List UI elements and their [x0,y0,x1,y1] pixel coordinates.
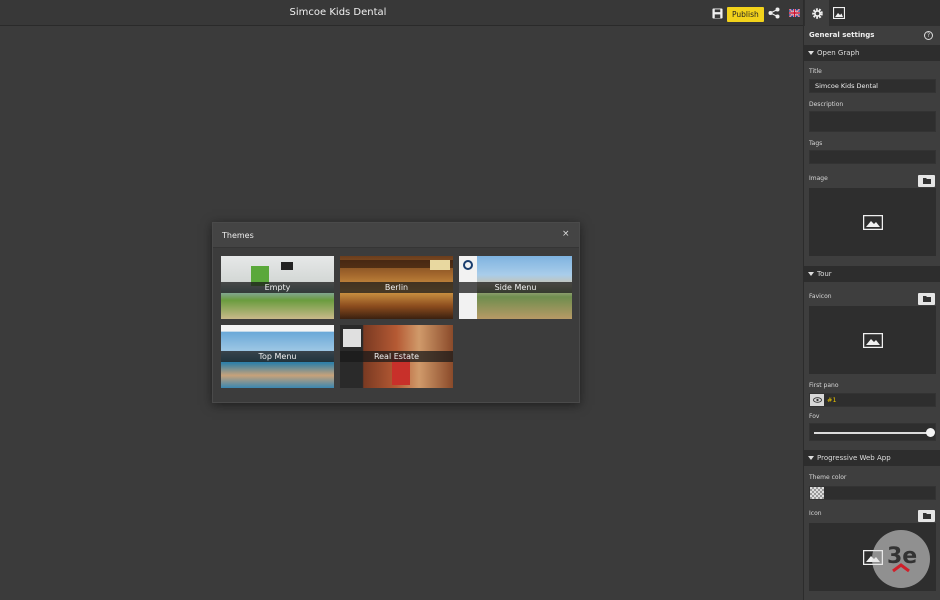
chevron-down-icon [808,272,814,276]
image-icon[interactable] [827,0,851,26]
image-placeholder-icon [862,332,883,348]
fov-slider-thumb[interactable] [926,428,935,437]
image-dropzone[interactable] [809,188,936,256]
section-label: Progressive Web App [817,454,891,462]
fov-slider-track[interactable] [814,432,932,434]
help-icon[interactable]: ? [924,31,933,40]
theme-card-berlin[interactable]: Berlin [340,256,453,319]
section-open-graph[interactable]: Open Graph [804,45,940,61]
color-swatch[interactable] [810,487,824,499]
folder-icon[interactable] [918,175,935,187]
save-icon[interactable] [709,5,725,21]
thumbnail-art [281,262,293,270]
uk-flag-icon[interactable] [786,5,802,21]
theme-color-label: Theme color [809,474,847,481]
image-label: Image [809,175,828,182]
theme-card-side-menu[interactable]: Side Menu [459,256,572,319]
title-field[interactable]: Simcoe Kids Dental [809,79,936,93]
description-label: Description [809,101,844,108]
gear-icon[interactable] [805,0,829,26]
theme-card-top-menu[interactable]: Top Menu [221,325,334,388]
thumbnail-art [463,260,473,270]
theme-card-empty[interactable]: Empty [221,256,334,319]
dialog-title: Themes [222,231,254,240]
icon-label: Icon [809,510,822,517]
folder-icon[interactable] [918,510,935,522]
first-pano-label: First pano [809,382,839,389]
folder-icon[interactable] [918,293,935,305]
chevron-down-icon [808,51,814,55]
themes-dialog: Themes × Empty Berlin Side Menu Top Menu [212,222,580,403]
section-label: Tour [817,270,832,278]
panel-heading: General settings [809,31,875,39]
share-icon[interactable] [766,5,782,21]
theme-name: Berlin [340,282,453,293]
title-label: Title [809,68,822,75]
close-icon[interactable]: × [562,229,570,239]
section-tour[interactable]: Tour [804,266,940,282]
theme-card-real-estate[interactable]: Real Estate [340,325,453,388]
image-placeholder-icon [862,214,883,230]
watermark-logo: 3e [872,530,930,588]
section-progressive-web-app[interactable]: Progressive Web App [804,450,940,466]
favicon-dropzone[interactable] [809,306,936,374]
fov-label: Fov [809,413,820,420]
theme-name: Top Menu [221,351,334,362]
theme-color-field[interactable] [809,486,936,500]
theme-name: Side Menu [459,282,572,293]
section-label: Open Graph [817,49,860,57]
favicon-label: Favicon [809,293,832,300]
app: Simcoe Kids Dental Publish General setti… [0,0,940,600]
dialog-header: Themes × [213,223,579,248]
top-bar: Simcoe Kids Dental Publish [0,0,803,26]
theme-name: Real Estate [340,351,453,362]
publish-button[interactable]: Publish [727,7,764,22]
thumbnail-art [343,329,361,347]
thumbnail-art [430,260,450,270]
eye-icon[interactable] [810,394,824,406]
description-field[interactable] [809,111,936,132]
tags-label: Tags [809,140,823,147]
panel-tabs [804,0,940,26]
first-pano-field[interactable]: #1 [809,393,936,407]
tags-field[interactable] [809,150,936,164]
chevron-down-icon [808,456,814,460]
theme-name: Empty [221,282,334,293]
first-pano-value: #1 [827,396,837,404]
tour-title: Simcoe Kids Dental [289,7,387,18]
settings-panel: General settings ? Open Graph Title Simc… [803,0,940,600]
